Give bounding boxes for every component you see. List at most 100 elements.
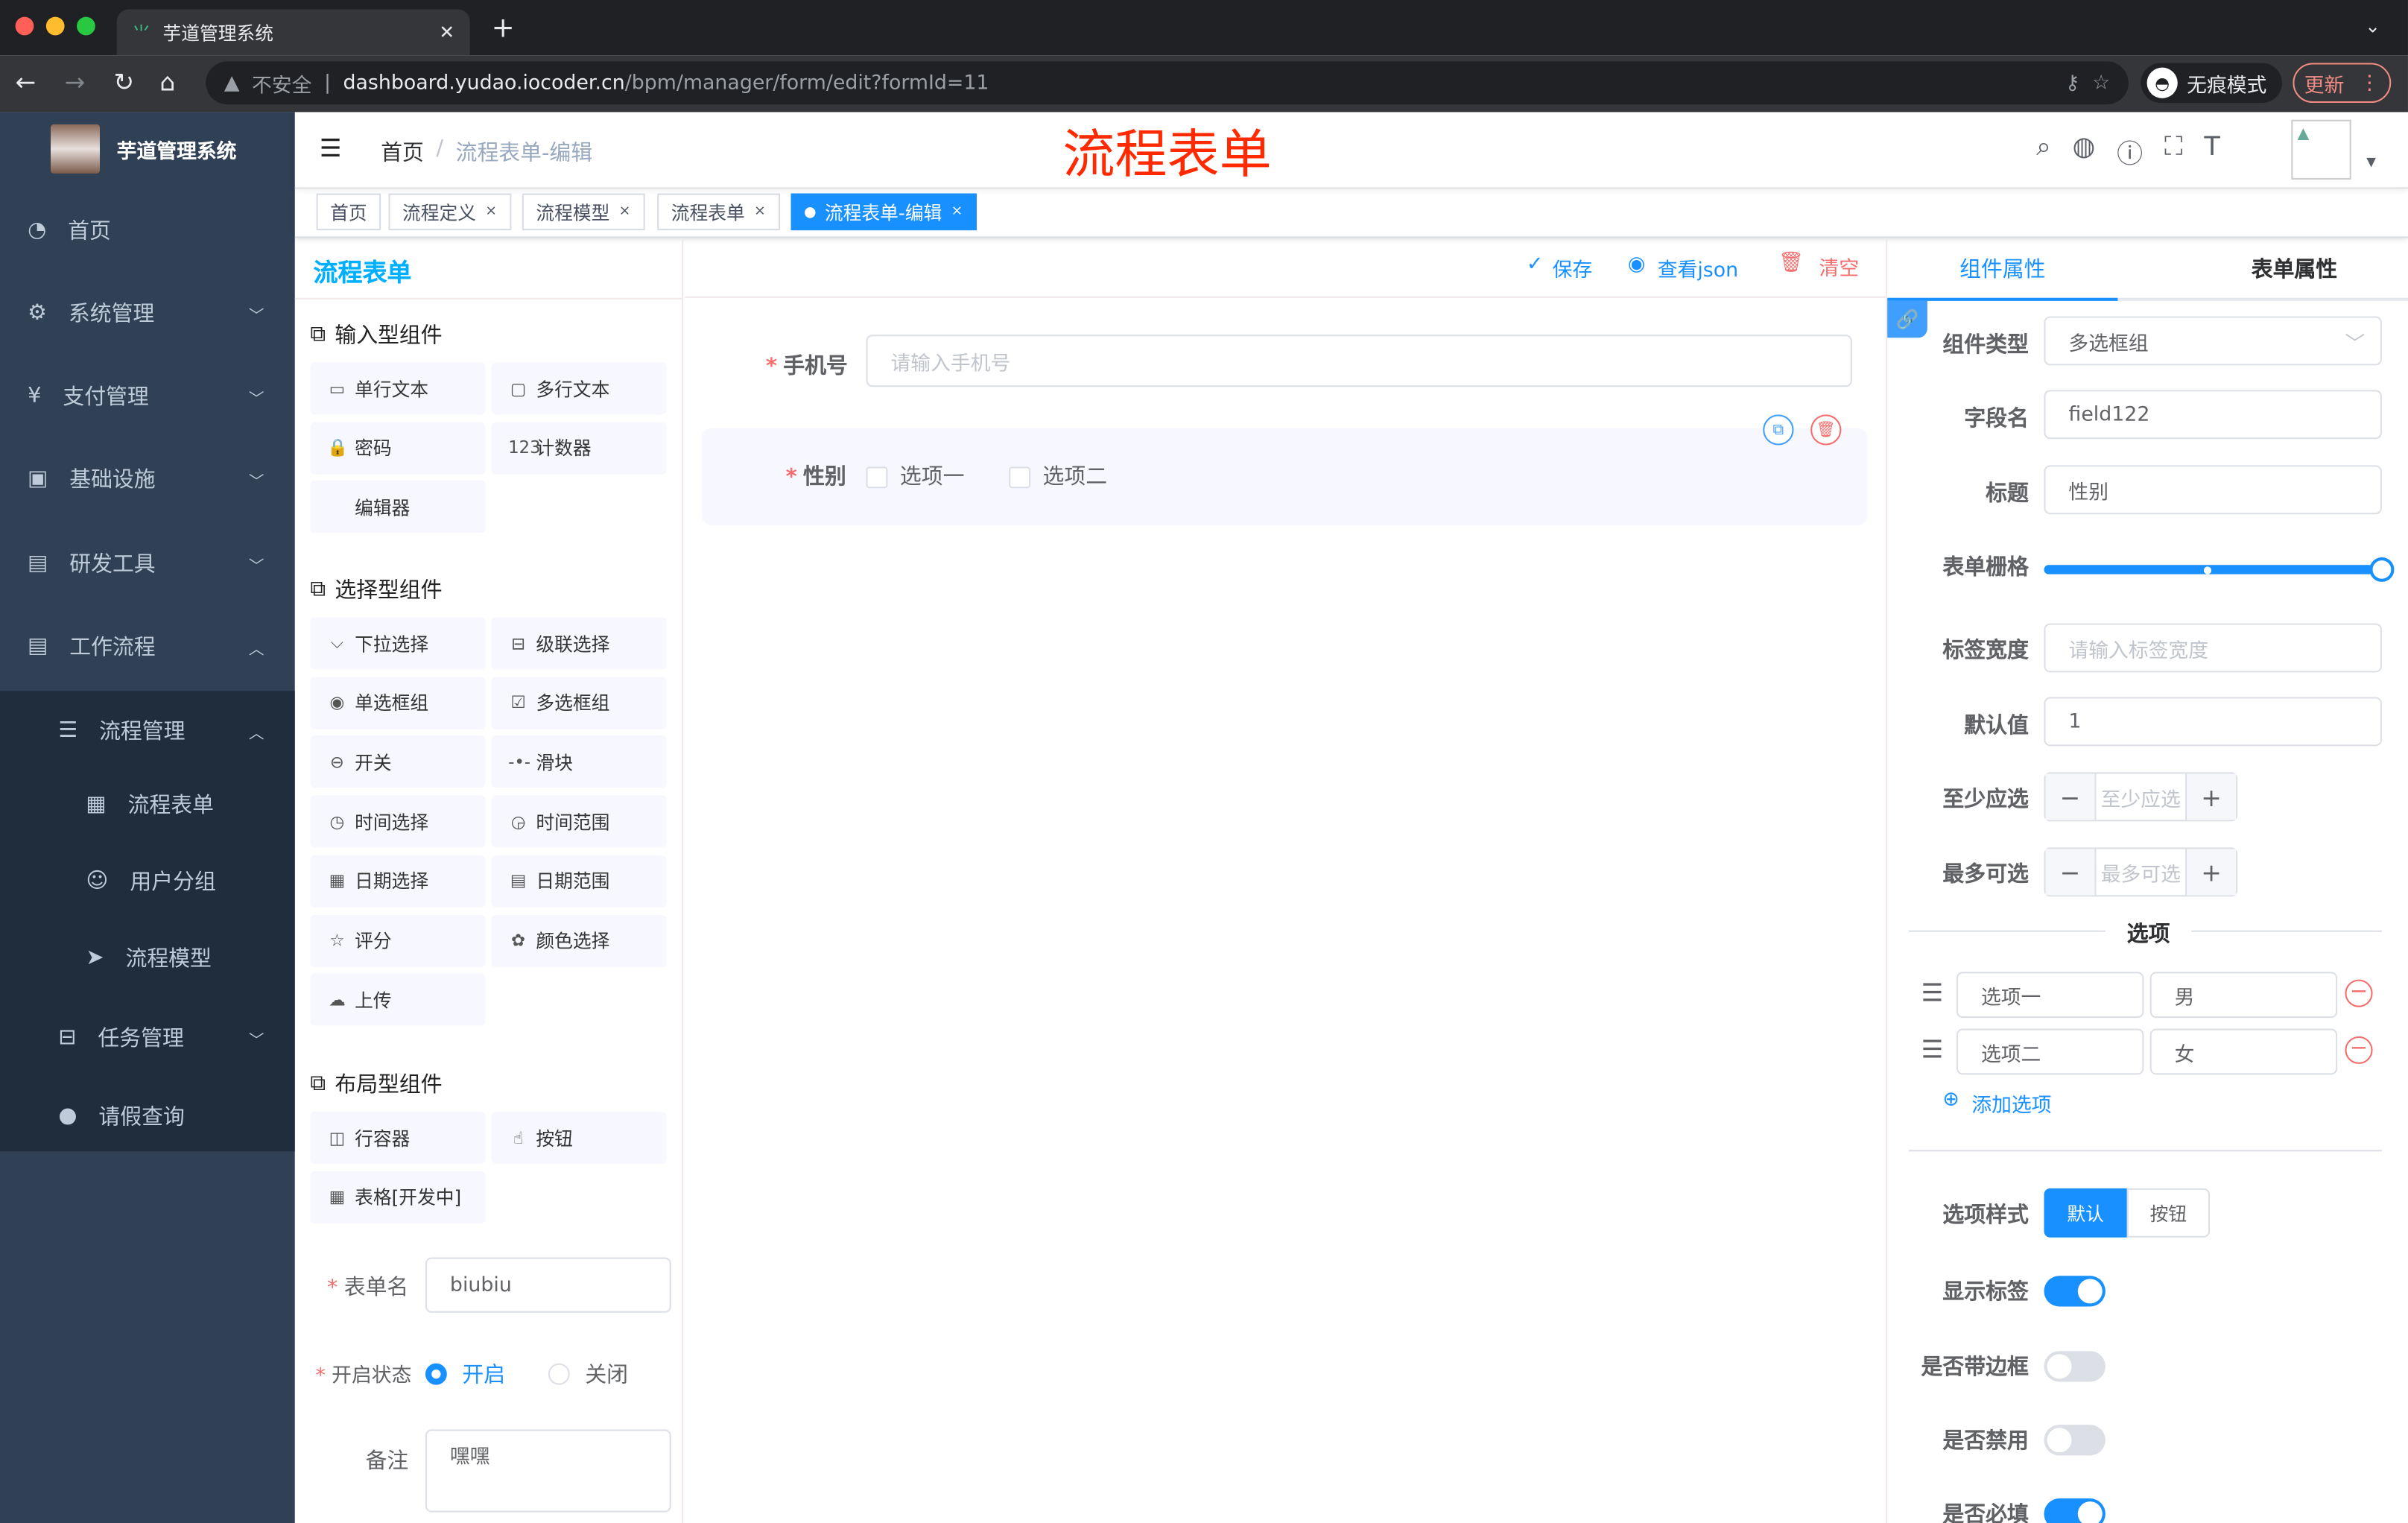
grid-slider[interactable]	[2044, 557, 2395, 582]
tag-process-definition[interactable]: 流程定义 ×	[388, 193, 511, 231]
option-value-input[interactable]: 女	[2149, 1028, 2338, 1075]
drag-handle-icon[interactable]: ☰	[1921, 978, 1944, 1007]
remove-option-icon[interactable]: −	[2345, 1036, 2373, 1064]
component-item[interactable]: ☝ 按钮	[491, 1111, 667, 1164]
close-tab-icon[interactable]: ✕	[439, 22, 454, 43]
avatar[interactable]: ▲	[2291, 119, 2351, 180]
component-item[interactable]: 编辑器	[310, 481, 486, 533]
component-item[interactable]: ☁ 上传	[310, 973, 486, 1026]
minus-icon[interactable]: −	[2045, 773, 2095, 820]
tag-process-model[interactable]: 流程模型 ×	[522, 193, 644, 231]
delete-icon[interactable]: 🗑	[1810, 414, 1842, 446]
tag-process-form[interactable]: 流程表单 ×	[657, 193, 780, 231]
phone-input[interactable]: 请输入手机号	[866, 335, 1852, 387]
minus-icon[interactable]: −	[2045, 849, 2095, 896]
option-value-input[interactable]: 男	[2149, 972, 2338, 1019]
incognito-indicator[interactable]: ◓ 无痕模式	[2141, 63, 2282, 104]
sidebar-item-home[interactable]: ◔ 首页	[0, 189, 295, 271]
disabled-switch[interactable]	[2044, 1425, 2106, 1456]
form-name-input[interactable]: biubiu	[425, 1257, 671, 1313]
breadcrumb-home[interactable]: 首页	[381, 136, 424, 167]
sidebar-item-process-model[interactable]: ➤ 流程模型	[0, 919, 295, 996]
component-type-select[interactable]: 多选框组 ﹀	[2044, 316, 2382, 366]
sidebar-item-leave[interactable]: ● 请假查询	[0, 1074, 295, 1157]
status-radio-on[interactable]: 开启	[425, 1359, 505, 1390]
drag-handle-icon[interactable]: ☰	[1921, 1035, 1944, 1064]
tab-component-props[interactable]: 组件属性	[1887, 239, 2118, 301]
sidebar-item-tools[interactable]: ▤ 研发工具 ﹀	[0, 522, 295, 605]
tab-form-props[interactable]: 表单属性	[2179, 239, 2408, 300]
option-checkbox-2[interactable]: 选项二	[1009, 460, 1107, 491]
tag-home[interactable]: 首页	[316, 193, 381, 231]
label-width-input[interactable]: 请输入标签宽度	[2044, 623, 2382, 673]
component-item[interactable]: ⊖ 开关	[310, 735, 486, 788]
component-item[interactable]: ◉ 单选框组	[310, 677, 486, 729]
help-icon[interactable]: ⓘ	[2117, 132, 2143, 171]
component-item[interactable]: 🔒 密码	[310, 421, 486, 475]
option-label-input[interactable]: 选项一	[1956, 972, 2144, 1019]
reload-icon[interactable]: ↻	[114, 68, 135, 97]
close-icon[interactable]: ×	[619, 204, 631, 220]
component-item[interactable]: ▭ 单行文本	[310, 362, 486, 415]
update-button[interactable]: 更新 ⋮	[2293, 63, 2392, 104]
style-default-button[interactable]: 默认	[2044, 1188, 2127, 1238]
style-button-button[interactable]: 按钮	[2126, 1188, 2211, 1238]
component-item[interactable]: ▦ 表格[开发中]	[310, 1171, 486, 1223]
copy-icon[interactable]: ⧉	[1763, 414, 1794, 446]
plus-icon[interactable]: +	[2187, 849, 2237, 896]
option-checkbox-1[interactable]: 选项一	[866, 460, 964, 491]
search-icon[interactable]: ⌕	[2036, 132, 2051, 171]
component-item[interactable]: ◶ 时间范围	[491, 795, 667, 848]
font-size-icon[interactable]: T	[2204, 132, 2220, 171]
component-item[interactable]: ▤ 日期范围	[491, 855, 667, 908]
component-item[interactable]: ⌵ 下拉选择	[310, 617, 486, 670]
close-icon[interactable]: ×	[485, 204, 497, 220]
save-button[interactable]: ✓ 保存	[1527, 253, 1592, 282]
sidebar-item-process-manage[interactable]: ☰ 流程管理 ︿	[0, 689, 295, 772]
component-item[interactable]: ☆ 评分	[310, 914, 486, 967]
remark-textarea[interactable]: 嘿嘿	[425, 1429, 671, 1513]
url-input[interactable]: ▲ 不安全 | dashboard.yudao.iocoder.cn/bpm/man…	[206, 61, 2129, 105]
browser-tab[interactable]: ⺌芋道管理系统 ✕	[116, 9, 470, 56]
component-item[interactable]: ▢ 多行文本	[491, 362, 667, 415]
maximize-window-button[interactable]	[77, 16, 95, 36]
forward-icon[interactable]: →	[65, 68, 86, 97]
status-radio-off[interactable]: 关闭	[548, 1359, 628, 1390]
clear-button[interactable]: 🗑 清空	[1778, 252, 1859, 281]
component-item[interactable]: -•- 滑块	[491, 735, 667, 788]
component-item[interactable]: 123 计数器	[491, 421, 667, 475]
sidebar-item-task-manage[interactable]: ⊟ 任务管理 ﹀	[0, 996, 295, 1079]
gender-field-selected[interactable]: * 性别 选项一 选项二	[701, 428, 1868, 525]
close-icon[interactable]: ×	[951, 204, 963, 220]
sidebar-item-user-group[interactable]: ☺ 用户分组	[0, 843, 295, 919]
component-item[interactable]: ⊟ 级联选择	[491, 617, 667, 670]
component-item[interactable]: ◷ 时间选择	[310, 795, 486, 848]
required-switch[interactable]	[2044, 1498, 2106, 1523]
component-item[interactable]: ☑ 多选框组	[491, 677, 667, 729]
default-input[interactable]: 1	[2044, 697, 2382, 747]
sidebar-item-workflow[interactable]: ▤ 工作流程 ︿	[0, 605, 295, 688]
sidebar-item-process-form[interactable]: ▦ 流程表单	[0, 766, 295, 843]
slider-handle[interactable]	[2369, 557, 2395, 582]
component-item[interactable]: ◫ 行容器	[310, 1111, 486, 1164]
minimize-window-button[interactable]	[45, 16, 65, 36]
title-input[interactable]: 性别	[2044, 465, 2382, 515]
tab-search-icon[interactable]: ⌄	[2365, 16, 2380, 37]
max-input[interactable]: 最多可选	[2094, 849, 2187, 896]
new-tab-button[interactable]: +	[492, 12, 515, 44]
view-json-button[interactable]: ◉ 查看json	[1628, 253, 1738, 282]
fullscreen-icon[interactable]: ⛶	[2164, 132, 2183, 171]
border-switch[interactable]	[2044, 1351, 2106, 1382]
caret-down-icon[interactable]: ▼	[2366, 155, 2376, 169]
plus-icon[interactable]: +	[2187, 773, 2237, 820]
back-icon[interactable]: ←	[16, 68, 37, 97]
tag-process-form-edit[interactable]: 流程表单-编辑 ×	[790, 193, 977, 231]
component-item[interactable]: ✿ 颜色选择	[491, 914, 667, 967]
add-option-button[interactable]: ⊕ 添加选项	[1942, 1089, 2051, 1118]
show-switch[interactable]	[2044, 1276, 2106, 1307]
close-icon[interactable]: ×	[754, 204, 766, 220]
min-stepper[interactable]: − 至少应选 +	[2044, 772, 2238, 822]
option-label-input[interactable]: 选项二	[1956, 1028, 2144, 1075]
github-icon[interactable]: ◍	[2073, 132, 2096, 171]
home-icon[interactable]: ⌂	[159, 68, 175, 97]
